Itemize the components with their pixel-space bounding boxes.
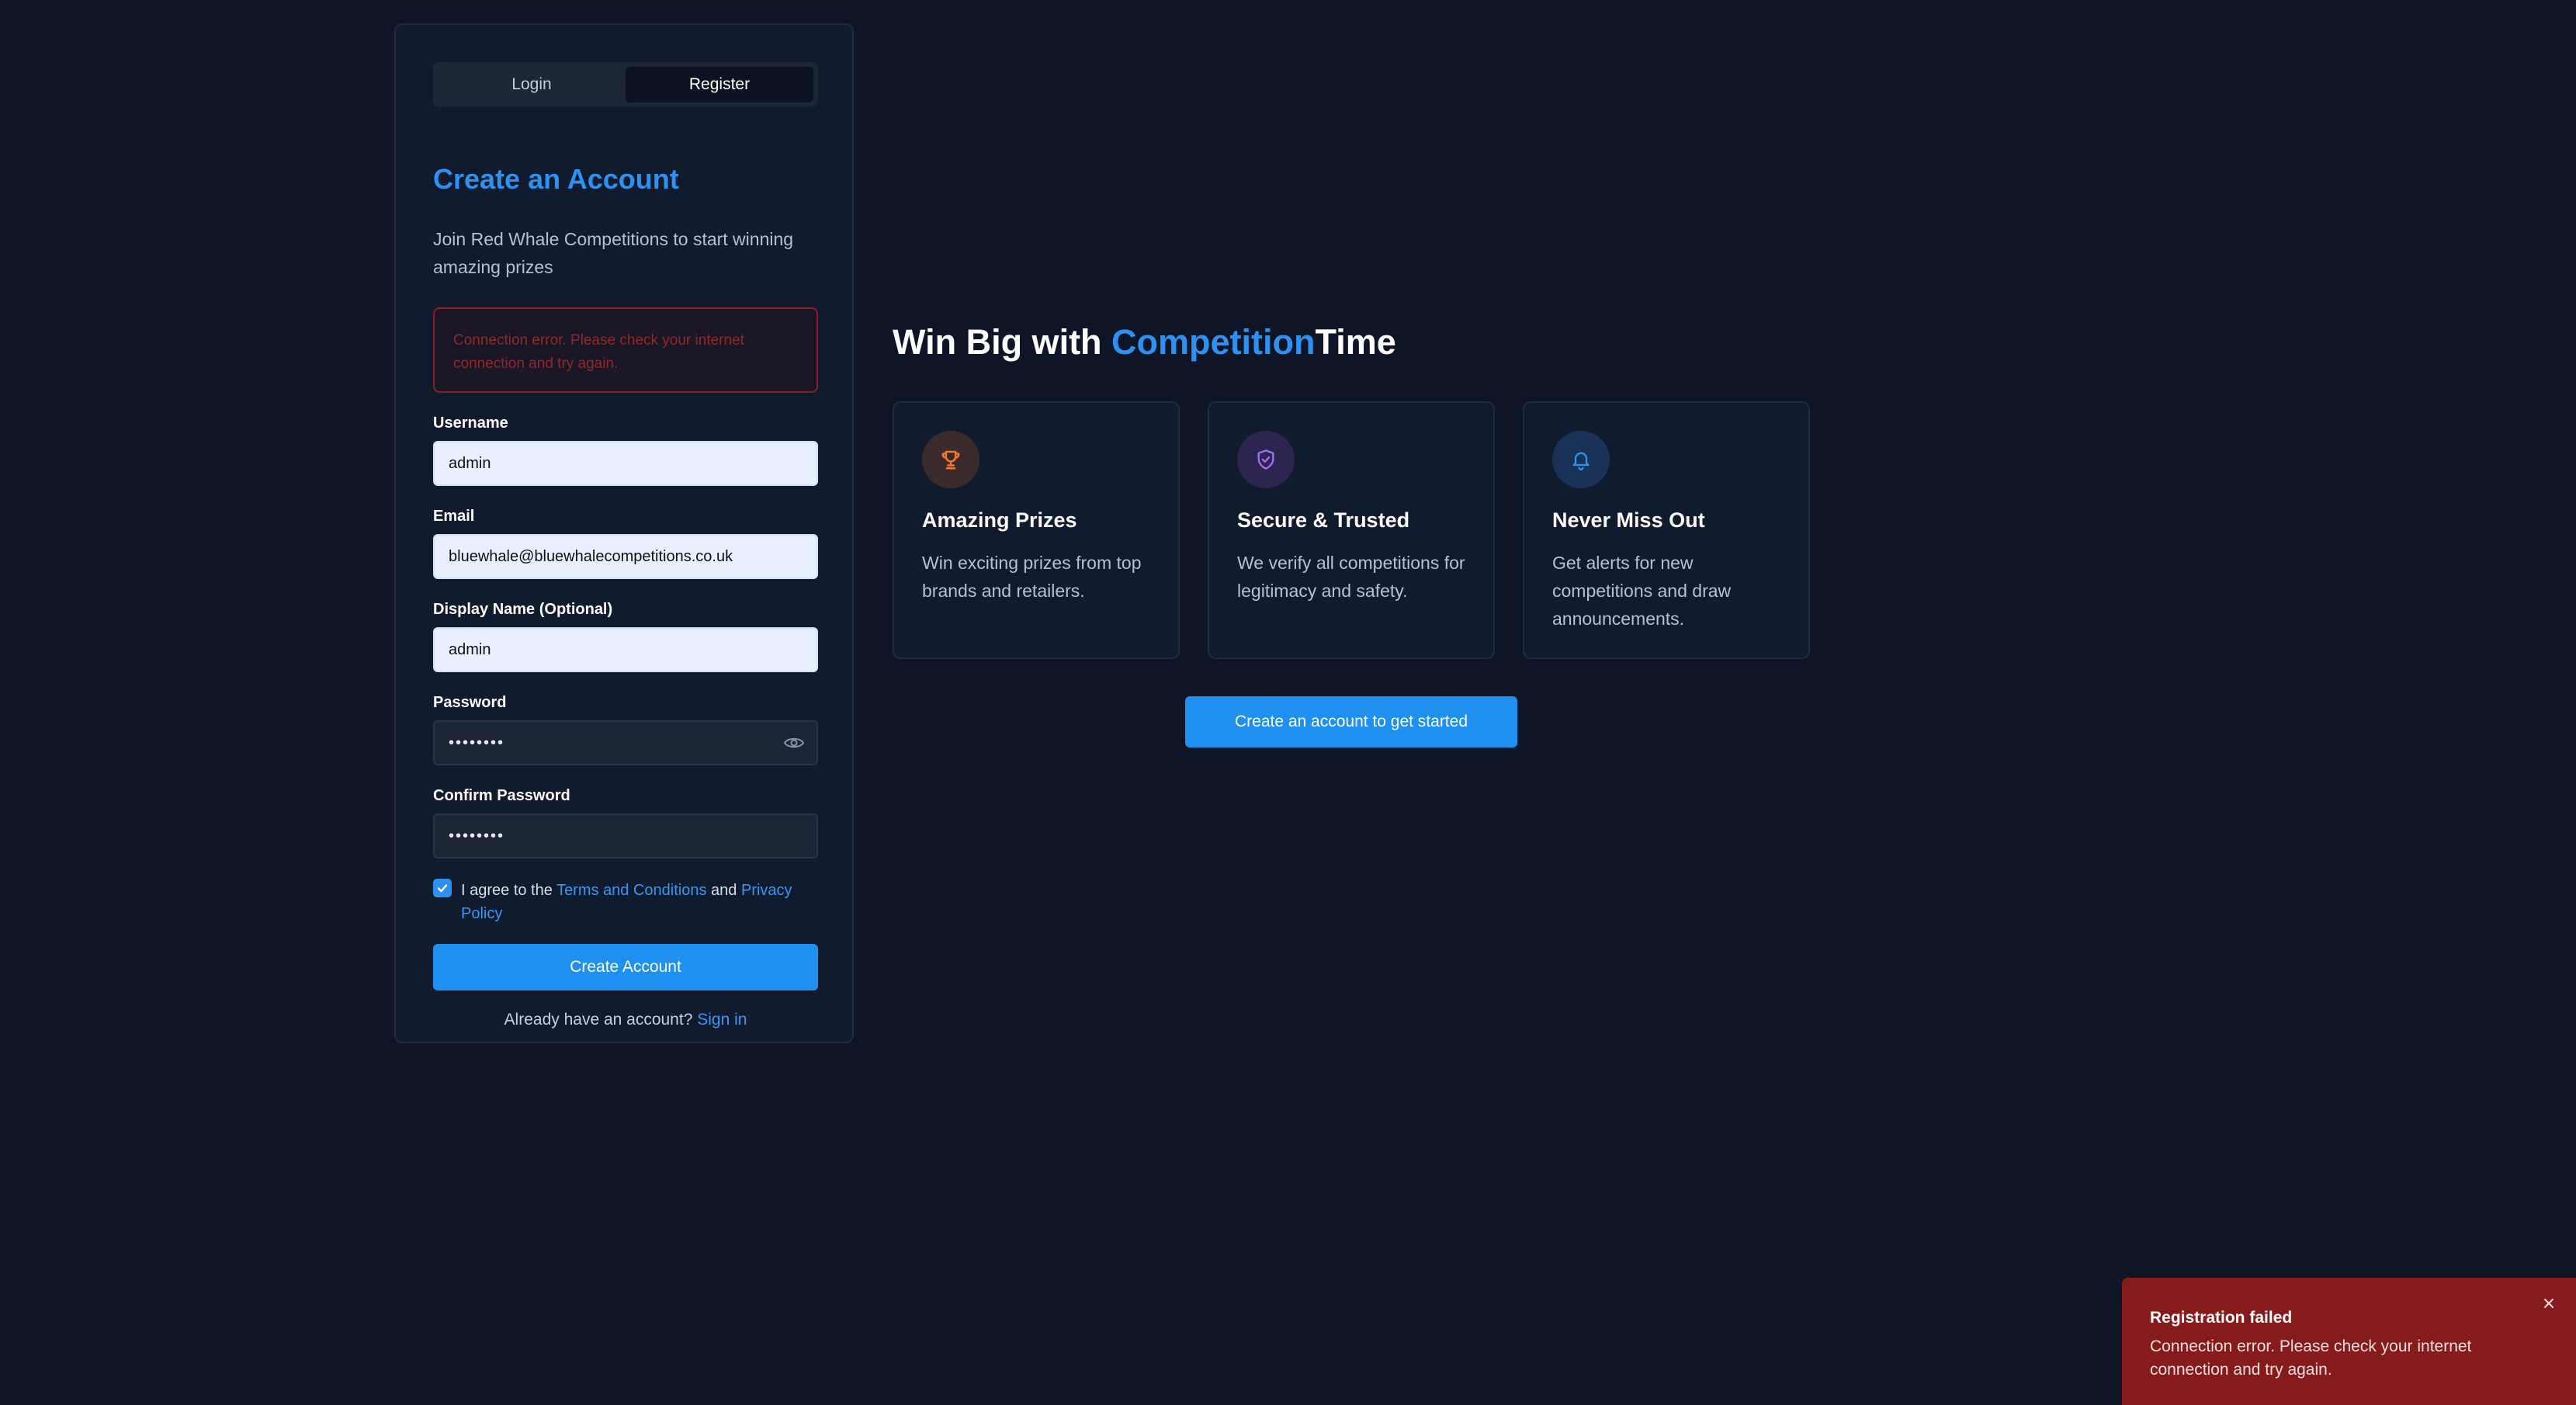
register-card: Login Register Create an Account Join Re… bbox=[394, 23, 854, 1043]
hero-suffix: Time bbox=[1315, 322, 1396, 362]
hero-prefix: Win Big with bbox=[893, 322, 1112, 362]
feature-card-alerts: Never Miss Out Get alerts for new compet… bbox=[1523, 401, 1810, 659]
feature-text: Get alerts for new competitions and draw… bbox=[1552, 553, 1732, 629]
close-icon[interactable] bbox=[2539, 1293, 2559, 1313]
terms-link[interactable]: Terms and Conditions bbox=[556, 882, 706, 899]
email-label: Email bbox=[433, 508, 475, 525]
terms-agreement: I agree to the Terms and Conditions and … bbox=[461, 879, 818, 925]
confirm-password-input[interactable]: •••••••• bbox=[433, 814, 818, 859]
create-account-button[interactable]: Create Account bbox=[433, 944, 818, 990]
terms-checkbox[interactable] bbox=[433, 879, 452, 897]
signin-prompt: Already have an account? Sign in bbox=[433, 1011, 818, 1029]
toast-title: Registration failed bbox=[2150, 1309, 2293, 1327]
display-name-label: Display Name (Optional) bbox=[433, 601, 613, 618]
toast-message: Connection error. Please check your inte… bbox=[2150, 1337, 2472, 1379]
password-label: Password bbox=[433, 694, 507, 711]
page-subtitle: Join Red Whale Competitions to start win… bbox=[433, 229, 794, 277]
confirm-password-value: •••••••• bbox=[449, 827, 505, 845]
password-value: •••••••• bbox=[449, 734, 505, 751]
tab-login[interactable]: Login bbox=[438, 67, 626, 102]
tab-register[interactable]: Register bbox=[626, 67, 813, 102]
eye-icon[interactable] bbox=[784, 736, 804, 750]
username-input[interactable]: admin bbox=[433, 441, 818, 486]
hero-accent: Competition bbox=[1111, 322, 1316, 362]
bell-icon bbox=[1552, 431, 1610, 488]
trophy-icon bbox=[922, 431, 979, 488]
feature-title: Never Miss Out bbox=[1552, 508, 1705, 532]
password-input[interactable]: •••••••• bbox=[433, 720, 818, 765]
error-alert: Connection error. Please check your inte… bbox=[433, 307, 818, 393]
signin-link[interactable]: Sign in bbox=[697, 1011, 747, 1029]
username-label: Username bbox=[433, 415, 508, 432]
agree-prefix: I agree to the bbox=[461, 882, 557, 899]
get-started-button[interactable]: Create an account to get started bbox=[1185, 696, 1517, 748]
auth-tabs: Login Register bbox=[433, 62, 818, 107]
feature-card-secure: Secure & Trusted We verify all competiti… bbox=[1208, 401, 1495, 659]
feature-title: Amazing Prizes bbox=[922, 508, 1077, 532]
error-toast: Registration failed Connection error. Pl… bbox=[2122, 1278, 2576, 1405]
feature-card-prizes: Amazing Prizes Win exciting prizes from … bbox=[893, 401, 1180, 659]
agree-and: and bbox=[706, 882, 741, 899]
display-name-input[interactable]: admin bbox=[433, 627, 818, 672]
signin-text: Already have an account? bbox=[504, 1011, 698, 1029]
email-input[interactable]: bluewhale@bluewhalecompetitions.co.uk bbox=[433, 534, 818, 579]
feature-text: We verify all competitions for legitimac… bbox=[1237, 553, 1465, 601]
feature-title: Secure & Trusted bbox=[1237, 508, 1410, 532]
shield-icon bbox=[1237, 431, 1295, 488]
page-title: Create an Account bbox=[433, 163, 679, 195]
confirm-password-label: Confirm Password bbox=[433, 787, 570, 804]
feature-text: Win exciting prizes from top brands and … bbox=[922, 553, 1142, 601]
check-icon bbox=[437, 884, 448, 893]
hero-heading: Win Big with CompetitionTime bbox=[893, 322, 1396, 363]
